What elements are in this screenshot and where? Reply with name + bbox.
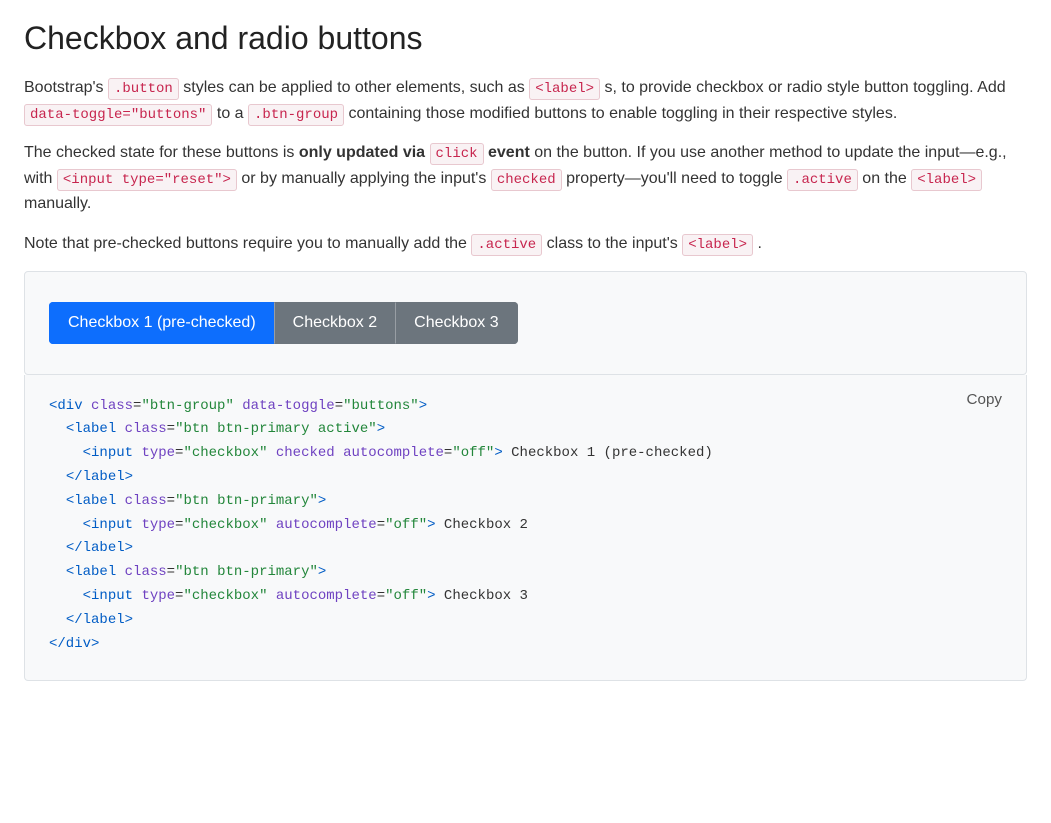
para2-bold: only updated via [299,144,425,161]
demo-box: Checkbox 1 (pre-checked) Checkbox 2 Chec… [24,271,1027,375]
para2-event: event [488,144,530,161]
code-label-3: <label> [682,234,753,256]
code-button: .button [108,78,179,100]
code-btn-group: .btn-group [248,104,344,126]
code-box: Copy <div class="btn-group" data-toggle=… [24,375,1027,682]
code-active-2: .active [471,234,542,256]
code-checked: checked [491,169,562,191]
para3-text-3: . [753,235,762,252]
code-active: .active [787,169,858,191]
checkbox-btn-group: Checkbox 1 (pre-checked) Checkbox 2 Chec… [49,302,518,344]
para2-text-3: or by manually applying the input's [237,170,491,187]
intro-text-5: containing those modified buttons to ena… [344,105,897,122]
checkbox-1-button[interactable]: Checkbox 1 (pre-checked) [49,302,274,344]
code-block: <div class="btn-group" data-toggle="butt… [49,395,1002,657]
pre-checked-paragraph: Note that pre-checked buttons require yo… [24,231,1027,257]
checkbox-3-button[interactable]: Checkbox 3 [395,302,518,344]
para3-text-1: Note that pre-checked buttons require yo… [24,235,471,252]
para2-text-4: property—you'll need to toggle [562,170,787,187]
code-label-2: <label> [911,169,982,191]
intro-paragraph: Bootstrap's .button styles can be applie… [24,75,1027,126]
para3-text-2: class to the input's [542,235,682,252]
code-data-toggle: data-toggle="buttons" [24,104,212,126]
code-input-reset: <input type="reset"> [57,169,237,191]
checked-state-paragraph: The checked state for these buttons is o… [24,140,1027,217]
para2-text-5: on the [858,170,911,187]
code-label-1: <label> [529,78,600,100]
para2-text-6: manually. [24,195,91,212]
intro-text-4: to a [212,105,248,122]
code-click: click [430,143,484,165]
page-title: Checkbox and radio buttons [24,20,1027,57]
checkbox-2-button[interactable]: Checkbox 2 [274,302,396,344]
copy-button[interactable]: Copy [959,389,1010,410]
intro-text-2: styles can be applied to other elements,… [179,79,529,96]
intro-text-1: Bootstrap's [24,79,108,96]
intro-text-3: s, to provide checkbox or radio style bu… [600,79,1006,96]
para2-text-1: The checked state for these buttons is [24,144,299,161]
